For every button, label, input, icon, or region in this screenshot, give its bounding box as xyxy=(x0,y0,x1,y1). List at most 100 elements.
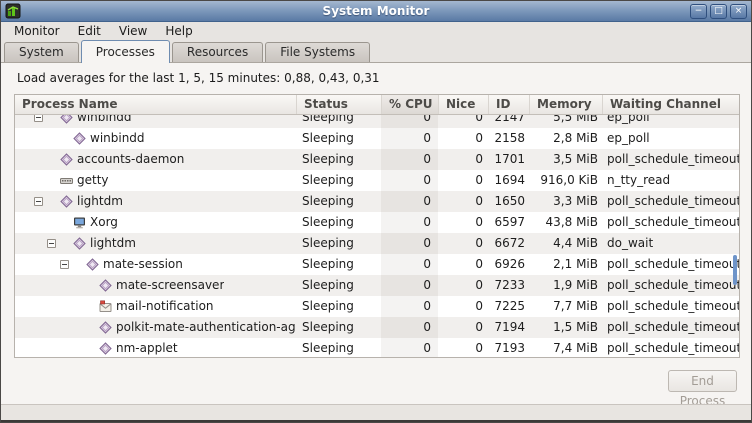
end-process-button[interactable]: End Process xyxy=(668,370,737,392)
memory-cell: 5,5 MiB xyxy=(529,115,602,128)
memory-cell: 916,0 KiB xyxy=(529,170,602,191)
column-header-waiting-channel[interactable]: Waiting Channel xyxy=(602,95,739,114)
id-cell: 2158 xyxy=(488,128,529,149)
system-monitor-window: System Monitor − □ × Monitor Edit View H… xyxy=(0,0,752,423)
nice-cell: 0 xyxy=(438,191,488,212)
column-header-memory[interactable]: Memory xyxy=(529,95,602,114)
memory-cell: 43,8 MiB xyxy=(529,212,602,233)
memory-cell: 2,8 MiB xyxy=(529,128,602,149)
title-bar[interactable]: System Monitor − □ × xyxy=(1,1,751,22)
tree-collapse-icon[interactable] xyxy=(47,239,56,248)
process-name-cell: lightdm xyxy=(15,191,296,212)
status-cell: Sleeping xyxy=(296,128,381,149)
cpu-cell: 0 xyxy=(381,170,438,191)
waiting-channel-cell: poll_schedule_timeout xyxy=(602,338,739,357)
process-row[interactable]: mail-notificationSleeping0072257,7 MiBpo… xyxy=(15,296,739,317)
column-header-nice[interactable]: Nice xyxy=(438,95,488,114)
status-strip xyxy=(1,404,751,420)
memory-cell: 3,5 MiB xyxy=(529,149,602,170)
waiting-channel-cell: n_tty_read xyxy=(602,170,739,191)
process-table: Process Name Status % CPU ∧ Nice ID Memo… xyxy=(14,94,740,358)
minimize-button[interactable]: − xyxy=(690,4,707,19)
nice-cell: 0 xyxy=(438,233,488,254)
status-cell: Sleeping xyxy=(296,275,381,296)
cpu-cell: 0 xyxy=(381,212,438,233)
process-name: nm-applet xyxy=(116,338,178,357)
vertical-scrollbar-thumb[interactable] xyxy=(733,255,737,285)
process-row[interactable]: winbinddSleeping0021582,8 MiBep_poll xyxy=(15,128,739,149)
process-name: winbindd xyxy=(90,128,145,149)
process-row[interactable]: accounts-daemonSleeping0017013,5 MiBpoll… xyxy=(15,149,739,170)
nice-cell: 0 xyxy=(438,128,488,149)
menu-edit[interactable]: Edit xyxy=(69,23,110,39)
close-button[interactable]: × xyxy=(730,4,747,19)
waiting-channel-cell: poll_schedule_timeout xyxy=(602,212,739,233)
tree-collapse-icon[interactable] xyxy=(34,197,43,206)
app-diamond-icon xyxy=(99,321,112,334)
app-diamond-icon xyxy=(73,237,86,250)
column-header-cpu[interactable]: % CPU ∧ xyxy=(381,95,438,114)
tree-collapse-icon[interactable] xyxy=(60,260,69,269)
maximize-button[interactable]: □ xyxy=(710,4,727,19)
process-name: mate-session xyxy=(103,254,183,275)
nice-cell: 0 xyxy=(438,170,488,191)
id-cell: 2147 xyxy=(488,115,529,128)
status-cell: Sleeping xyxy=(296,115,381,128)
id-cell: 7233 xyxy=(488,275,529,296)
waiting-channel-cell: ep_poll xyxy=(602,128,739,149)
column-header-id[interactable]: ID xyxy=(488,95,529,114)
id-cell: 7194 xyxy=(488,317,529,338)
nice-cell: 0 xyxy=(438,338,488,357)
tree-collapse-icon[interactable] xyxy=(34,115,43,122)
process-row[interactable]: mate-screensaverSleeping0072331,9 MiBpol… xyxy=(15,275,739,296)
memory-cell: 4,4 MiB xyxy=(529,233,602,254)
menu-monitor[interactable]: Monitor xyxy=(5,23,69,39)
process-row[interactable]: winbinddSleeping0021475,5 MiBep_poll xyxy=(15,115,739,128)
process-name-cell: accounts-daemon xyxy=(15,149,296,170)
process-name: mate-screensaver xyxy=(116,275,224,296)
display-icon xyxy=(73,216,86,229)
process-name-cell: winbindd xyxy=(15,115,296,128)
menu-help[interactable]: Help xyxy=(156,23,201,39)
cpu-cell: 0 xyxy=(381,115,438,128)
status-cell: Sleeping xyxy=(296,191,381,212)
tab-resources[interactable]: Resources xyxy=(172,42,263,62)
process-row[interactable]: mate-sessionSleeping0069262,1 MiBpoll_sc… xyxy=(15,254,739,275)
waiting-channel-cell: poll_schedule_timeout xyxy=(602,149,739,170)
cpu-cell: 0 xyxy=(381,296,438,317)
process-row[interactable]: XorgSleeping00659743,8 MiBpoll_schedule_… xyxy=(15,212,739,233)
app-diamond-icon xyxy=(60,115,73,124)
tab-processes[interactable]: Processes xyxy=(81,40,170,63)
keyboard-icon xyxy=(60,174,73,187)
process-name-cell: Xorg xyxy=(15,212,296,233)
waiting-channel-cell: do_wait xyxy=(602,233,739,254)
process-row[interactable]: polkit-mate-authentication-agent-1Sleepi… xyxy=(15,317,739,338)
id-cell: 6672 xyxy=(488,233,529,254)
menu-bar: Monitor Edit View Help xyxy=(1,22,751,40)
id-cell: 6597 xyxy=(488,212,529,233)
process-row[interactable]: lightdmSleeping0066724,4 MiBdo_wait xyxy=(15,233,739,254)
process-name-cell: mate-session xyxy=(15,254,296,275)
process-name-cell: mate-screensaver xyxy=(15,275,296,296)
window-controls: − □ × xyxy=(690,4,747,19)
cpu-cell: 0 xyxy=(381,233,438,254)
process-row[interactable]: lightdmSleeping0016503,3 MiBpoll_schedul… xyxy=(15,191,739,212)
process-row[interactable]: gettySleeping001694916,0 KiBn_tty_read xyxy=(15,170,739,191)
app-diamond-icon xyxy=(86,258,99,271)
process-row[interactable]: nm-appletSleeping0071937,4 MiBpoll_sched… xyxy=(15,338,739,357)
cpu-cell: 0 xyxy=(381,254,438,275)
tab-system[interactable]: System xyxy=(4,42,79,62)
nice-cell: 0 xyxy=(438,275,488,296)
tab-file-systems[interactable]: File Systems xyxy=(265,42,370,62)
process-name: polkit-mate-authentication-agent-1 xyxy=(116,317,296,338)
status-cell: Sleeping xyxy=(296,212,381,233)
column-header-status[interactable]: Status xyxy=(296,95,381,114)
status-cell: Sleeping xyxy=(296,170,381,191)
cpu-cell: 0 xyxy=(381,149,438,170)
menu-view[interactable]: View xyxy=(110,23,156,39)
cpu-cell: 0 xyxy=(381,275,438,296)
column-header-process-name[interactable]: Process Name xyxy=(15,95,296,114)
process-name: mail-notification xyxy=(116,296,214,317)
tab-strip: System Processes Resources File Systems xyxy=(1,40,751,63)
cpu-header-label: % CPU xyxy=(389,95,433,114)
